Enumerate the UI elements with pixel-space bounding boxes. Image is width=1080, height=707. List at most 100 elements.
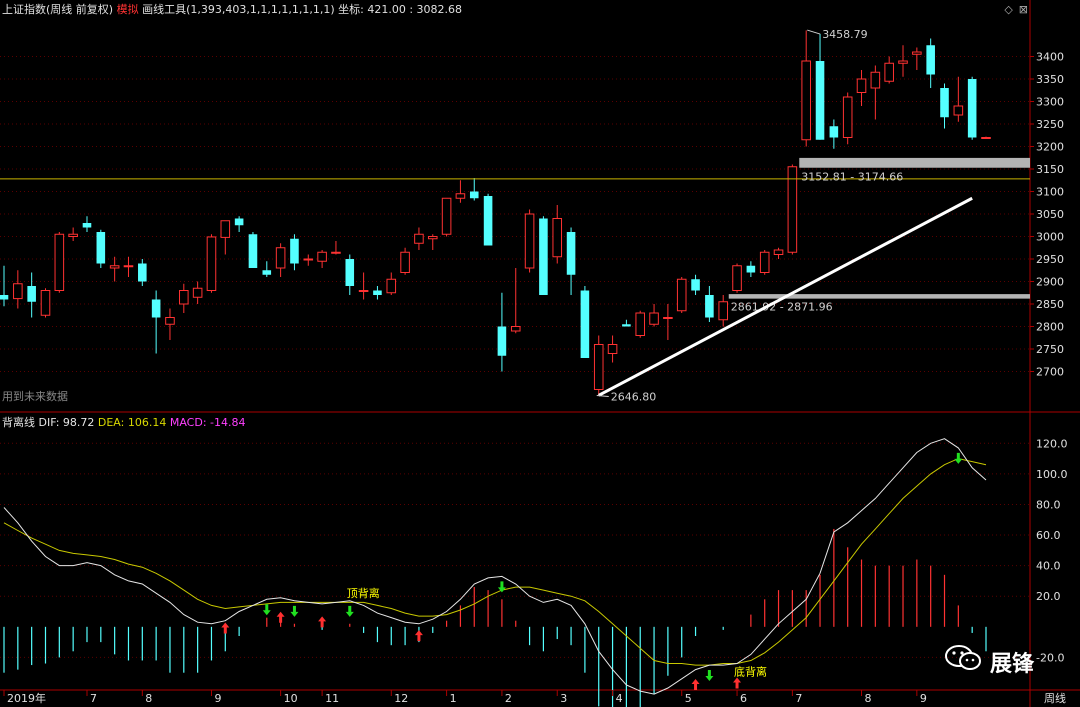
- macd-title: 背离线: [2, 416, 35, 429]
- divergence-label: 底背离: [734, 665, 767, 679]
- low-label: 2646.80: [611, 390, 657, 403]
- candle-body: [441, 197, 452, 235]
- candle-body: [787, 166, 798, 253]
- candle-body: [13, 283, 23, 300]
- candle: [773, 247, 784, 259]
- candle: [759, 250, 770, 275]
- candle: [179, 283, 189, 313]
- time-tick-label: 8: [145, 692, 152, 705]
- price-tick-label: 3300: [1036, 96, 1064, 109]
- candle: [96, 229, 106, 268]
- candle: [953, 76, 964, 122]
- candle: [0, 265, 9, 307]
- candle-body: [123, 265, 134, 268]
- candle-body: [497, 326, 507, 356]
- candle-body: [953, 105, 964, 116]
- candle: [676, 277, 687, 313]
- future-data-label: 用到未来数据: [2, 390, 68, 403]
- time-tick-label: 8: [865, 692, 872, 705]
- candle: [898, 45, 908, 77]
- candle-body: [165, 317, 175, 325]
- time-tick-label: 1: [450, 692, 457, 705]
- price-tick-label: 2800: [1036, 321, 1064, 334]
- candle-body: [109, 265, 120, 269]
- candle-body: [801, 60, 811, 141]
- mode-label[interactable]: 模拟: [117, 3, 139, 16]
- candle-body: [317, 251, 327, 262]
- upper-zone-band: [799, 157, 1030, 168]
- candle-body: [842, 96, 853, 138]
- candle-body: [607, 344, 618, 354]
- candle: [192, 281, 203, 304]
- candle: [705, 286, 714, 322]
- upper-zone-label: 3152.81 - 3174.66: [801, 171, 903, 184]
- candle-body: [151, 299, 161, 318]
- candle-body: [663, 317, 673, 319]
- candle: [926, 38, 935, 88]
- time-tick-label: 11: [325, 692, 339, 705]
- candle: [303, 254, 314, 266]
- candle: [234, 216, 244, 232]
- candle: [441, 197, 452, 237]
- macd-header: 背离线 DIF: 98.72 DEA: 106.14 MACD: -14.84: [2, 416, 245, 430]
- period-label: (周线 前复权): [46, 3, 114, 16]
- settings-icon[interactable]: ◇: [1004, 3, 1012, 16]
- candle: [787, 164, 798, 255]
- sell-arrow-marker: [705, 670, 714, 682]
- dea-label: DEA: 106.14: [97, 416, 167, 429]
- watermark: 展锋: [944, 642, 1044, 677]
- candle-body: [0, 295, 9, 300]
- candle: [427, 234, 438, 250]
- sell-arrow-marker: [954, 452, 963, 464]
- macd-tick-label: 40.0: [1036, 560, 1061, 573]
- buy-arrow-marker: [414, 630, 423, 642]
- watermark-text: 展锋: [990, 652, 1035, 677]
- candle: [469, 178, 479, 201]
- dif-label: DIF: 98.72: [38, 416, 95, 429]
- macd-tick-label: 60.0: [1036, 529, 1061, 542]
- candle: [483, 193, 493, 246]
- price-tick-label: 2900: [1036, 276, 1064, 289]
- price-tick-label: 2850: [1036, 298, 1064, 311]
- candle: [870, 65, 881, 120]
- candle-body: [635, 312, 646, 336]
- candle: [275, 243, 286, 277]
- candle: [206, 234, 217, 293]
- candle: [151, 290, 161, 354]
- chart-header: 上证指数(周线 前复权) 模拟 画线工具(1,393,403,1,1,1,1,1…: [2, 3, 462, 17]
- candle: [373, 286, 382, 300]
- candle-body: [510, 326, 521, 332]
- candle-body: [622, 324, 631, 327]
- sell-arrow-marker: [290, 605, 299, 617]
- tool-label: 画线工具(1,393,403,1,1,1,1,1,1,1,1): [142, 3, 335, 16]
- chart-canvas: 3152.81 - 3174.66 2861.92 - 2871.96 3458.7…: [0, 0, 1080, 707]
- price-tick-label: 3350: [1036, 73, 1064, 86]
- candle: [414, 227, 424, 250]
- candle: [940, 83, 949, 129]
- candle: [663, 304, 673, 340]
- candle-body: [691, 279, 700, 291]
- macd-tick-label: 80.0: [1036, 498, 1061, 511]
- candle-body: [870, 71, 881, 89]
- candle-body: [427, 236, 438, 240]
- index-name: 上证指数: [2, 3, 46, 16]
- candle-body: [358, 290, 369, 292]
- candle: [801, 30, 811, 147]
- time-tick-label: 2: [505, 692, 512, 705]
- close-icon[interactable]: ⊠: [1019, 3, 1028, 16]
- candle-body: [912, 51, 922, 55]
- candle-body: [386, 278, 397, 294]
- sell-arrow-marker: [262, 604, 271, 616]
- time-tick-label: 9: [214, 692, 221, 705]
- candle-body: [400, 251, 410, 273]
- candle: [82, 216, 92, 232]
- candle: [27, 272, 36, 318]
- time-tick-label: 10: [284, 692, 298, 705]
- candle-body: [303, 258, 314, 261]
- lower-zone-label: 2861.92 - 2871.96: [731, 301, 833, 314]
- candle-series: [0, 30, 991, 396]
- candle-body: [248, 234, 258, 268]
- price-tick-label: 3100: [1036, 186, 1064, 199]
- price-tick-label: 2950: [1036, 253, 1064, 266]
- candle-body: [234, 218, 244, 226]
